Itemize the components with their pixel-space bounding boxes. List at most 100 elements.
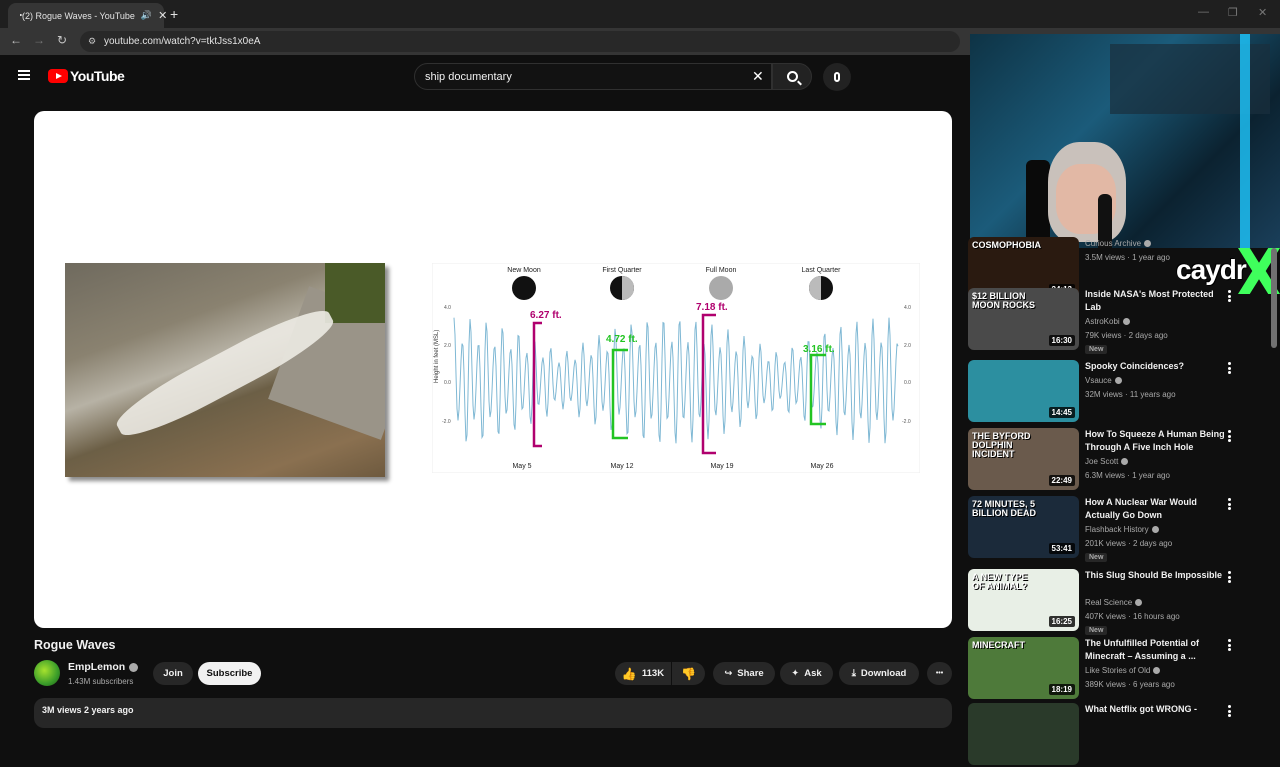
recommendation-meta: 79K views · 2 days ago [1085, 331, 1168, 340]
search-input[interactable]: ship documentary [414, 63, 772, 90]
recommendation-meta: 3.5M views · 1 year ago [1085, 253, 1170, 262]
recommendation-item[interactable]: $12 BILLION MOON ROCKS 16:30 Inside NASA's… [968, 288, 1268, 354]
sidebar-scrollbar[interactable] [1271, 248, 1277, 348]
channel-avatar[interactable] [34, 660, 60, 686]
recommendation-channel[interactable]: Flashback History [1085, 525, 1159, 534]
recommendation-thumbnail[interactable]: 14:45 [968, 360, 1079, 422]
recommendation-meta: 201K views · 2 days ago [1085, 539, 1173, 548]
recommendation-item[interactable]: 72 MINUTES, 5 BILLION DEAD 53:41 How A Nuc… [968, 496, 1268, 562]
ask-button[interactable]: ✦ Ask [780, 662, 833, 685]
download-button[interactable]: ⤓ Download [839, 662, 919, 685]
recommendation-thumbnail[interactable]: MINECRAFT 18:19 [968, 637, 1079, 699]
recommendation-channel[interactable]: Vsauce [1085, 376, 1122, 385]
recommendation-channel[interactable]: Like Stories of Old [1085, 666, 1161, 675]
more-actions-button[interactable]: ••• [927, 662, 952, 685]
search-button[interactable] [772, 63, 812, 90]
recommendation-meta: 6.3M views · 1 year ago [1085, 471, 1170, 480]
duration-badge: 53:41 [1048, 543, 1075, 554]
reload-button[interactable]: ↻ [57, 33, 67, 47]
url-field[interactable]: ⚙ youtube.com/watch?v=tktJss1x0eA [80, 31, 960, 52]
back-button[interactable]: ← [10, 33, 22, 47]
new-badge: New [1085, 553, 1108, 562]
recommendation-thumbnail[interactable] [968, 703, 1079, 765]
new-moon-icon [512, 276, 536, 300]
more-options-icon[interactable] [1228, 705, 1231, 717]
recommendation-thumbnail[interactable]: A NEW TYPE OF ANIMAL? 16:25 [968, 569, 1079, 631]
caydr-logo-text: caydr [1176, 254, 1247, 285]
youtube-logo[interactable]: YouTube [48, 68, 125, 84]
search-icon [786, 71, 798, 82]
recommendation-channel[interactable]: Joe Scott [1085, 457, 1129, 466]
browser-tab[interactable]: (2) Rogue Waves - YouTube 🔊 ✕ [8, 3, 167, 28]
description-box[interactable]: 3M views 2 years ago [34, 698, 952, 728]
recommendation-title[interactable]: This Slug Should Be Impossible [1085, 569, 1225, 582]
site-info-icon[interactable]: ⚙ [88, 36, 96, 47]
recommendation-thumbnail[interactable]: 72 MINUTES, 5 BILLION DEAD 53:41 [968, 496, 1079, 558]
moon-label-4: Last Quarter [802, 267, 842, 274]
more-options-icon[interactable] [1228, 362, 1231, 374]
duration-badge: 14:45 [1048, 407, 1075, 418]
more-options-icon[interactable] [1228, 498, 1231, 510]
dislike-button[interactable]: 👎 [672, 662, 705, 685]
recommendation-meta: 407K views · 16 hours ago [1085, 612, 1180, 621]
forward-button[interactable]: → [33, 33, 45, 47]
recommendation-item[interactable]: What Netflix got WRONG - [968, 703, 1268, 767]
recommendation-channel[interactable]: Real Science [1085, 598, 1143, 607]
date-label-4: May 26 [811, 463, 834, 470]
verified-icon [1121, 458, 1129, 465]
window-close-button[interactable]: ✕ [1258, 6, 1267, 19]
tab-title: (2) Rogue Waves - YouTube [22, 10, 135, 21]
recommendation-channel-name: Flashback History [1085, 525, 1149, 534]
recommendation-thumbnail[interactable]: $12 BILLION MOON ROCKS 16:30 [968, 288, 1079, 350]
recommendation-title[interactable]: What Netflix got WRONG - [1085, 703, 1225, 716]
voice-search-button[interactable] [823, 63, 851, 91]
led-light [1240, 34, 1250, 248]
more-options-icon[interactable] [1228, 430, 1231, 442]
video-player[interactable]: Height in feet (MSL) New Moon First Quar… [34, 111, 952, 628]
recommendation-channel-name: Real Science [1085, 598, 1133, 607]
recommendation-meta: 32M views · 11 years ago [1085, 390, 1176, 399]
hamburger-menu-icon[interactable] [18, 70, 30, 80]
speaker-icon[interactable]: 🔊 [141, 10, 152, 21]
like-button[interactable]: 👍 113K [615, 662, 671, 685]
close-tab-icon[interactable]: ✕ [158, 9, 167, 22]
recommendation-item[interactable]: THE BYFORD DOLPHIN INCIDENT 22:49 How To S… [968, 428, 1268, 492]
subscribe-label: Subscribe [206, 668, 253, 679]
moon-label-1: New Moon [507, 267, 541, 274]
search-query: ship documentary [425, 70, 512, 83]
view-count-date: 3M views 2 years ago [42, 705, 134, 715]
subscribe-button[interactable]: Subscribe [198, 662, 261, 685]
recommendation-title[interactable]: How A Nuclear War Would Actually Go Down [1085, 496, 1225, 522]
chair [1026, 160, 1050, 248]
recommendation-item[interactable]: A NEW TYPE OF ANIMAL? 16:25 This Slug Shou… [968, 569, 1268, 635]
share-button[interactable]: ↪ Share [713, 662, 775, 685]
recommendation-channel-name: Joe Scott [1085, 457, 1119, 466]
download-label: Download [860, 668, 907, 679]
recommendation-channel[interactable]: AstroKobi [1085, 317, 1130, 326]
join-button[interactable]: Join [153, 662, 193, 685]
recommendation-item[interactable]: 14:45 Spooky Coincidences? Vsauce 32M views… [968, 360, 1268, 424]
sparkle-icon: ✦ [791, 668, 800, 679]
recommendation-title[interactable]: How To Squeeze A Human Being Through A F… [1085, 428, 1225, 454]
more-options-icon[interactable] [1228, 639, 1231, 651]
y-tick-left-3: 0.0 [444, 380, 451, 386]
new-tab-button[interactable]: + [170, 6, 178, 22]
join-label: Join [163, 668, 183, 679]
maximize-button[interactable]: ❐ [1228, 6, 1238, 19]
thumbnail-text: A NEW TYPE OF ANIMAL? [972, 572, 1028, 591]
url-text: youtube.com/watch?v=tktJss1x0eA [104, 36, 261, 47]
minimize-button[interactable]: — [1198, 6, 1209, 18]
clear-search-icon[interactable]: ✕ [752, 68, 764, 85]
more-options-icon[interactable] [1228, 571, 1231, 583]
recommendation-thumbnail[interactable]: THE BYFORD DOLPHIN INCIDENT 22:49 [968, 428, 1079, 490]
thumbs-down-icon: 👎 [681, 666, 696, 681]
duration-badge: 16:25 [1048, 616, 1075, 627]
recommendation-title[interactable]: Spooky Coincidences? [1085, 360, 1225, 373]
recommendation-title[interactable]: The Unfulfilled Potential of Minecraft –… [1085, 637, 1225, 663]
thumbnail-text: $12 BILLION MOON ROCKS [972, 291, 1035, 310]
y-tick-right-2: 2.0 [904, 343, 911, 349]
recommendation-item[interactable]: MINECRAFT 18:19 The Unfulfilled Potential … [968, 637, 1268, 701]
recommendation-meta: 389K views · 6 years ago [1085, 680, 1175, 689]
recommendation-channel[interactable]: Curious Archive [1085, 239, 1152, 248]
channel-name[interactable]: EmpLemon [68, 661, 139, 673]
